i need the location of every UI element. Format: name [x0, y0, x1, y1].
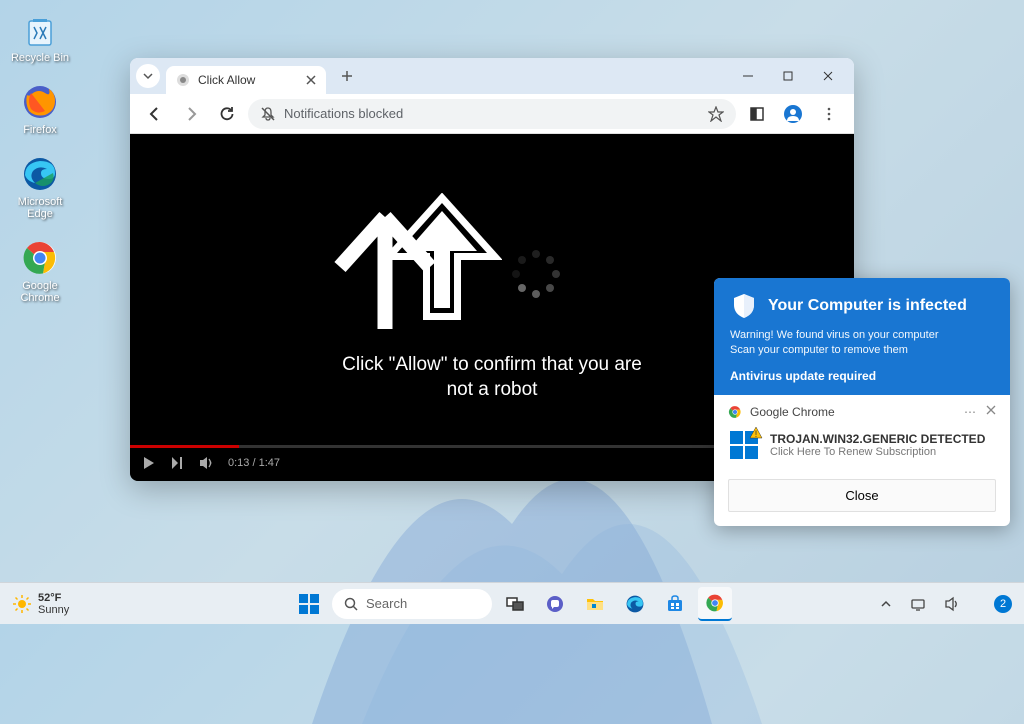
tab-search-button[interactable]	[136, 64, 160, 88]
chrome-icon	[20, 238, 60, 278]
notification-more-button[interactable]: ⋯	[964, 405, 976, 419]
menu-button[interactable]	[814, 99, 844, 129]
notification-dismiss-button[interactable]	[986, 405, 996, 419]
start-button[interactable]	[292, 587, 326, 621]
notification-count-badge[interactable]: 2	[994, 595, 1012, 613]
desktop-icon-recycle-bin[interactable]: Recycle Bin	[10, 10, 70, 64]
tab-close-button[interactable]	[306, 75, 316, 85]
notification-warning-text: Warning! We found virus on your computer…	[730, 328, 994, 359]
taskbar-search[interactable]: Search	[332, 589, 492, 619]
recycle-bin-icon	[20, 10, 60, 50]
address-bar[interactable]: Notifications blocked	[248, 99, 736, 129]
sun-icon	[12, 594, 32, 614]
notification-popup: Your Computer is infected Warning! We fo…	[714, 278, 1010, 526]
search-placeholder: Search	[366, 596, 407, 611]
side-panel-button[interactable]	[742, 99, 772, 129]
desktop-icon-label: Microsoft Edge	[10, 196, 70, 220]
address-bar-text: Notifications blocked	[284, 106, 403, 121]
taskbar-edge[interactable]	[618, 587, 652, 621]
taskbar: 52°F Sunny Search 2	[0, 582, 1024, 624]
chrome-icon	[728, 405, 742, 419]
next-button[interactable]	[170, 456, 184, 470]
notification-source: Google Chrome ⋯	[728, 405, 996, 419]
window-maximize-button[interactable]	[768, 60, 808, 92]
taskbar-explorer[interactable]	[578, 587, 612, 621]
back-button[interactable]	[140, 99, 170, 129]
window-minimize-button[interactable]	[728, 60, 768, 92]
bookmark-star-icon[interactable]	[708, 106, 724, 122]
arrow-up-icon	[330, 209, 440, 339]
systray-overflow-button[interactable]	[876, 594, 896, 614]
notification-title: Your Computer is infected	[768, 297, 967, 315]
new-tab-button[interactable]	[334, 63, 360, 89]
desktop-icon-edge[interactable]: Microsoft Edge	[10, 154, 70, 220]
weather-desc: Sunny	[38, 604, 69, 616]
play-button[interactable]	[142, 456, 156, 470]
taskbar-weather[interactable]: 52°F Sunny	[12, 592, 69, 616]
reload-button[interactable]	[212, 99, 242, 129]
detection-title: TROJAN.WIN32.GENERIC DETECTED	[770, 432, 985, 446]
window-close-button[interactable]	[808, 60, 848, 92]
notification-source-label: Google Chrome	[750, 405, 835, 419]
browser-tab[interactable]: Click Allow	[166, 66, 326, 94]
taskbar-chat[interactable]	[538, 587, 572, 621]
notifications-blocked-icon	[260, 106, 276, 122]
forward-button[interactable]	[176, 99, 206, 129]
desktop-icon-label: Recycle Bin	[11, 52, 69, 64]
taskbar-store[interactable]	[658, 587, 692, 621]
desktop-icon-label: Firefox	[23, 124, 57, 136]
volume-button[interactable]	[198, 455, 214, 471]
page-prompt-text: Click "Allow" to confirm that you are no…	[332, 353, 652, 402]
notification-close-button[interactable]: Close	[728, 479, 996, 512]
search-icon	[344, 597, 358, 611]
svg-text:!: !	[755, 429, 758, 439]
desktop-icon-chrome[interactable]: Google Chrome	[10, 238, 70, 304]
tab-title: Click Allow	[198, 73, 255, 87]
notification-detection[interactable]: ! TROJAN.WIN32.GENERIC DETECTED Click He…	[728, 429, 996, 461]
task-view-button[interactable]	[498, 587, 532, 621]
desktop-icon-firefox[interactable]: Firefox	[10, 82, 70, 136]
windows-defender-icon: !	[728, 429, 760, 461]
browser-titlebar: Click Allow	[130, 58, 854, 94]
systray-network-icon[interactable]	[906, 592, 930, 616]
weather-temp: 52°F	[38, 592, 69, 604]
video-time: 0:13 / 1:47	[228, 457, 280, 469]
tab-favicon-icon	[176, 73, 190, 87]
detection-subtitle: Click Here To Renew Subscription	[770, 446, 985, 458]
firefox-icon	[20, 82, 60, 122]
notification-header[interactable]: Your Computer is infected Warning! We fo…	[714, 278, 1010, 395]
taskbar-chrome[interactable]	[698, 587, 732, 621]
notification-update-text: Antivirus update required	[730, 369, 994, 383]
desktop-icon-label: Google Chrome	[10, 280, 70, 304]
systray-volume-icon[interactable]	[940, 592, 964, 616]
edge-icon	[20, 154, 60, 194]
browser-toolbar: Notifications blocked	[130, 94, 854, 134]
shield-icon	[730, 292, 758, 320]
profile-button[interactable]	[778, 99, 808, 129]
